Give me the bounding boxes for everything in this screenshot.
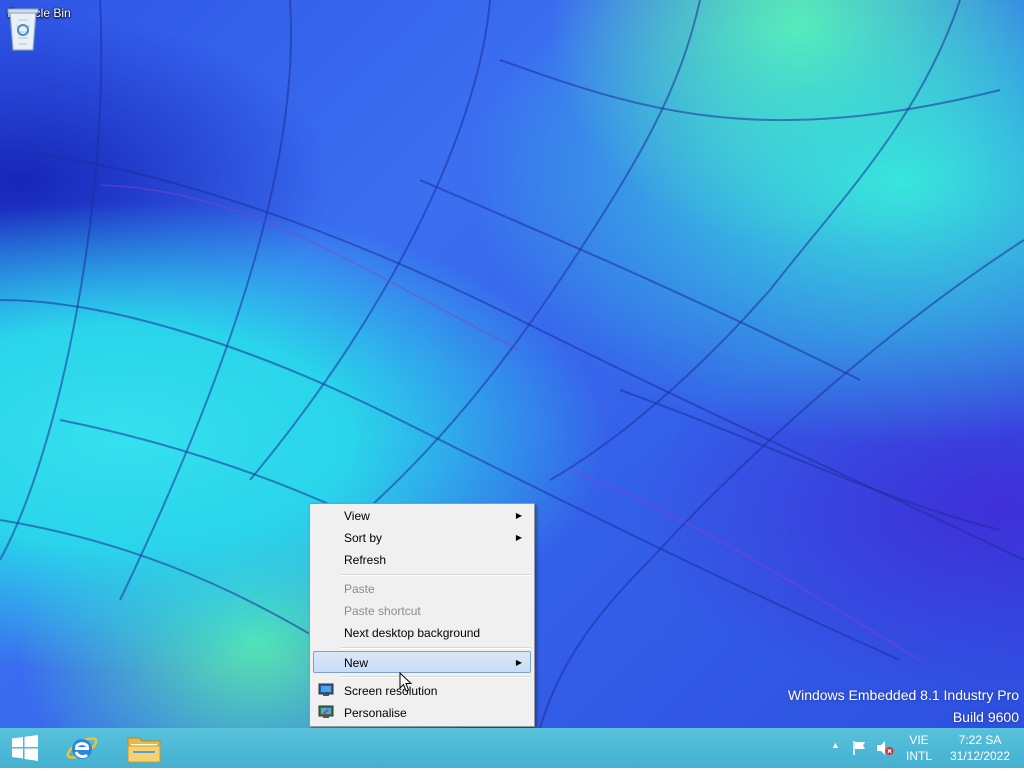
desktop-context-menu: View ▶ Sort by ▶ Refresh Paste Paste sho…: [309, 503, 535, 727]
personalise-icon: [318, 705, 334, 718]
chevron-up-icon: ▲: [831, 740, 840, 750]
windows-logo-icon: [12, 735, 38, 761]
menu-item-label: Paste shortcut: [344, 604, 421, 618]
submenu-arrow-icon: ▶: [515, 658, 522, 667]
menu-item-next-desktop-background[interactable]: Next desktop background: [313, 622, 531, 644]
menu-item-label: New: [344, 656, 369, 670]
screen-resolution-icon: [318, 683, 334, 696]
mouse-cursor-icon: [399, 672, 413, 692]
desktop-icon-recycle-bin[interactable]: Recycle Bin: [6, 6, 72, 51]
menu-separator: [341, 647, 531, 649]
language-code: VIE: [909, 733, 929, 747]
menu-item-label: Refresh: [344, 553, 387, 567]
menu-item-screen-resolution[interactable]: Screen resolution: [313, 680, 531, 702]
menu-item-new[interactable]: New ▶: [313, 651, 531, 673]
menu-item-label: Next desktop background: [344, 626, 481, 640]
clock-time: 7:22 SA: [958, 733, 1002, 747]
submenu-arrow-icon: ▶: [515, 511, 522, 520]
keyboard-layout: INTL: [905, 749, 932, 763]
menu-item-label: View: [344, 509, 370, 523]
watermark-build: Build 9600: [952, 709, 1019, 725]
menu-separator: [341, 574, 531, 576]
taskbar-file-explorer-button[interactable]: [118, 728, 170, 768]
show-hidden-icons-button[interactable]: ▲: [830, 728, 842, 768]
menu-item-label: Paste: [344, 582, 375, 596]
watermark-edition: Windows Embedded 8.1 Industry Pro: [787, 687, 1019, 703]
menu-item-view[interactable]: View ▶: [313, 505, 531, 527]
menu-item-label: Personalise: [344, 706, 407, 720]
taskbar: ▲ VIE INTL 7:22 SA 31/12/2022: [0, 728, 1024, 768]
folder-icon: [127, 737, 161, 763]
taskbar-internet-explorer-button[interactable]: [56, 728, 108, 768]
menu-item-paste: Paste: [313, 578, 531, 600]
menu-item-paste-shortcut: Paste shortcut: [313, 600, 531, 622]
menu-item-label: Screen resolution: [344, 684, 438, 698]
menu-item-refresh[interactable]: Refresh: [313, 549, 531, 571]
clock-date: 31/12/2022: [949, 749, 1011, 763]
menu-separator: [341, 676, 531, 678]
internet-explorer-icon: [66, 737, 98, 759]
windows-watermark: Windows Embedded 8.1 Industry Pro Build …: [788, 684, 1019, 728]
language-indicator[interactable]: VIE INTL: [901, 732, 937, 772]
start-button[interactable]: [0, 728, 50, 768]
submenu-arrow-icon: ▶: [515, 533, 522, 542]
action-center-button[interactable]: [850, 728, 870, 768]
menu-item-personalise[interactable]: Personalise: [313, 702, 531, 724]
menu-item-label: Sort by: [344, 531, 383, 545]
recycle-bin-icon: [7, 8, 39, 51]
menu-item-sort-by[interactable]: Sort by ▶: [313, 527, 531, 549]
clock[interactable]: 7:22 SA 31/12/2022: [940, 732, 1020, 772]
speaker-muted-icon: [877, 741, 894, 755]
volume-button[interactable]: [874, 728, 896, 768]
flag-icon: [853, 741, 865, 755]
